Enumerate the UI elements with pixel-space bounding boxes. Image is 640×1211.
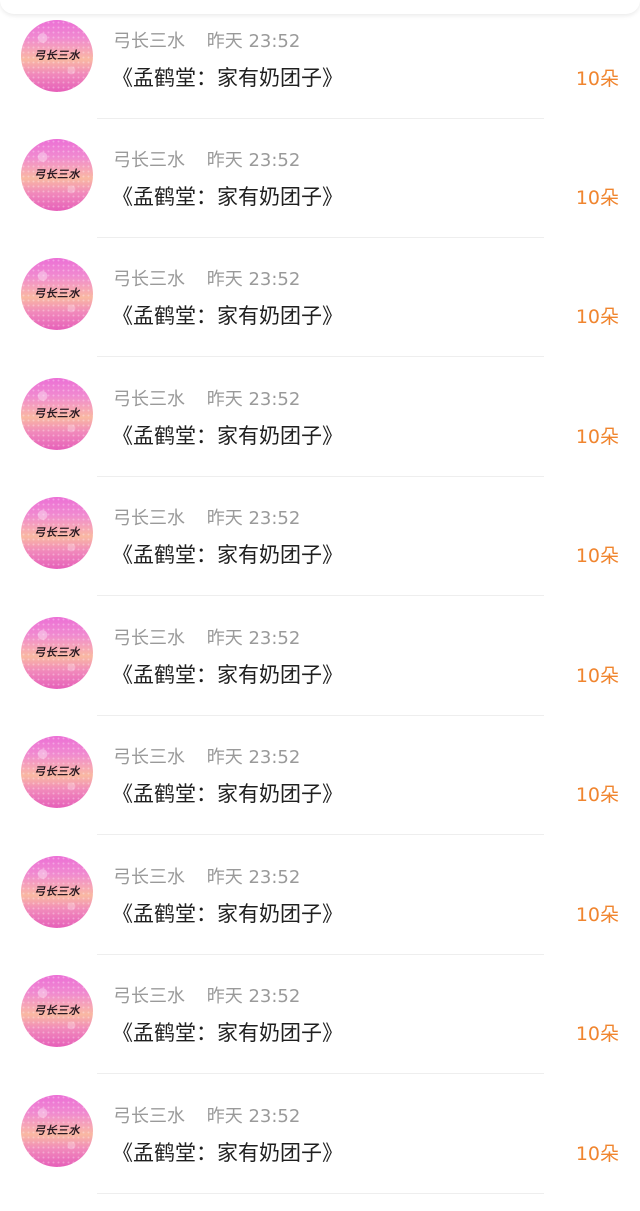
work-title[interactable]: 《孟鹤堂：家有奶团子》 xyxy=(112,539,343,569)
author-name[interactable]: 弓长三水 xyxy=(113,986,185,1007)
author-name[interactable]: 弓长三水 xyxy=(113,508,185,529)
author-name[interactable]: 弓长三水 xyxy=(113,389,185,410)
author-name[interactable]: 弓长三水 xyxy=(113,269,185,290)
flower-count: 10朵 xyxy=(575,426,619,448)
work-title[interactable]: 《孟鹤堂：家有奶团子》 xyxy=(112,62,343,92)
avatar-logo-text: 弓长三水 xyxy=(34,168,80,181)
list-item[interactable]: 弓长三水 弓长三水 昨天 23:52 《孟鹤堂：家有奶团子》 10朵 xyxy=(0,836,640,955)
avatar-logo-text: 弓长三水 xyxy=(34,646,80,659)
timestamp: 昨天 23:52 xyxy=(206,269,301,290)
divider xyxy=(97,1193,544,1194)
timestamp: 昨天 23:52 xyxy=(206,628,301,649)
item-meta: 弓长三水 昨天 23:52 xyxy=(113,863,300,889)
avatar[interactable]: 弓长三水 xyxy=(21,617,93,689)
divider xyxy=(97,356,544,357)
list-item[interactable]: 弓长三水 弓长三水 昨天 23:52 《孟鹤堂：家有奶团子》 10朵 xyxy=(0,238,640,357)
avatar[interactable]: 弓长三水 xyxy=(21,856,93,928)
item-meta: 弓长三水 昨天 23:52 xyxy=(113,504,300,530)
flower-count: 10朵 xyxy=(575,306,619,328)
divider xyxy=(97,834,544,835)
work-title[interactable]: 《孟鹤堂：家有奶团子》 xyxy=(112,300,343,330)
timestamp: 昨天 23:52 xyxy=(206,986,301,1007)
author-name[interactable]: 弓长三水 xyxy=(113,1106,185,1127)
flower-count: 10朵 xyxy=(575,187,619,209)
avatar-logo-text: 弓长三水 xyxy=(34,526,80,539)
flower-count: 10朵 xyxy=(575,1143,619,1165)
divider xyxy=(97,1073,544,1074)
work-title[interactable]: 《孟鹤堂：家有奶团子》 xyxy=(112,1137,343,1167)
timestamp: 昨天 23:52 xyxy=(206,747,301,768)
flower-count: 10朵 xyxy=(575,904,619,926)
timestamp: 昨天 23:52 xyxy=(206,1106,301,1127)
avatar[interactable]: 弓长三水 xyxy=(21,378,93,450)
flower-count: 10朵 xyxy=(575,68,619,90)
item-meta: 弓长三水 昨天 23:52 xyxy=(113,265,300,291)
avatar[interactable]: 弓长三水 xyxy=(21,20,93,92)
work-title[interactable]: 《孟鹤堂：家有奶团子》 xyxy=(112,1017,343,1047)
author-name[interactable]: 弓长三水 xyxy=(113,150,185,171)
avatar-logo-text: 弓长三水 xyxy=(34,765,80,778)
avatar-logo-text: 弓长三水 xyxy=(34,1124,80,1137)
item-meta: 弓长三水 昨天 23:52 xyxy=(113,982,300,1008)
divider xyxy=(97,595,544,596)
flower-count: 10朵 xyxy=(575,665,619,687)
list-item[interactable]: 弓长三水 弓长三水 昨天 23:52 《孟鹤堂：家有奶团子》 10朵 xyxy=(0,358,640,477)
work-title[interactable]: 《孟鹤堂：家有奶团子》 xyxy=(112,659,343,689)
avatar[interactable]: 弓长三水 xyxy=(21,1095,93,1167)
work-title[interactable]: 《孟鹤堂：家有奶团子》 xyxy=(112,778,343,808)
list-item[interactable]: 弓长三水 弓长三水 昨天 23:52 《孟鹤堂：家有奶团子》 10朵 xyxy=(0,1075,640,1194)
item-meta: 弓长三水 昨天 23:52 xyxy=(113,385,300,411)
avatar-logo-text: 弓长三水 xyxy=(34,407,80,420)
avatar-logo-text: 弓长三水 xyxy=(34,885,80,898)
list-item[interactable]: 弓长三水 弓长三水 昨天 23:52 《孟鹤堂：家有奶团子》 10朵 xyxy=(0,119,640,238)
avatar-logo-text: 弓长三水 xyxy=(34,287,80,300)
avatar-logo-text: 弓长三水 xyxy=(34,49,80,62)
work-title[interactable]: 《孟鹤堂：家有奶团子》 xyxy=(112,181,343,211)
list-item[interactable]: 弓长三水 弓长三水 昨天 23:52 《孟鹤堂：家有奶团子》 10朵 xyxy=(0,597,640,716)
list-item[interactable]: 弓长三水 弓长三水 昨天 23:52 《孟鹤堂：家有奶团子》 10朵 xyxy=(0,955,640,1074)
avatar[interactable]: 弓长三水 xyxy=(21,975,93,1047)
item-meta: 弓长三水 昨天 23:52 xyxy=(113,743,300,769)
avatar[interactable]: 弓长三水 xyxy=(21,258,93,330)
avatar[interactable]: 弓长三水 xyxy=(21,497,93,569)
author-name[interactable]: 弓长三水 xyxy=(113,747,185,768)
flower-count: 10朵 xyxy=(575,784,619,806)
timestamp: 昨天 23:52 xyxy=(206,31,301,52)
item-meta: 弓长三水 昨天 23:52 xyxy=(113,1102,300,1128)
timestamp: 昨天 23:52 xyxy=(206,150,301,171)
flower-count: 10朵 xyxy=(575,545,619,567)
item-meta: 弓长三水 昨天 23:52 xyxy=(113,27,300,53)
author-name[interactable]: 弓长三水 xyxy=(113,31,185,52)
avatar[interactable]: 弓长三水 xyxy=(21,736,93,808)
list-item[interactable]: 弓长三水 弓长三水 昨天 23:52 《孟鹤堂：家有奶团子》 10朵 xyxy=(0,716,640,835)
avatar[interactable]: 弓长三水 xyxy=(21,139,93,211)
flower-count: 10朵 xyxy=(575,1023,619,1045)
work-title[interactable]: 《孟鹤堂：家有奶团子》 xyxy=(112,898,343,928)
timestamp: 昨天 23:52 xyxy=(206,389,301,410)
author-name[interactable]: 弓长三水 xyxy=(113,628,185,649)
timestamp: 昨天 23:52 xyxy=(206,867,301,888)
item-meta: 弓长三水 昨天 23:52 xyxy=(113,624,300,650)
list-item[interactable]: 弓长三水 弓长三水 昨天 23:52 《孟鹤堂：家有奶团子》 10朵 xyxy=(0,477,640,596)
list-item[interactable]: 弓长三水 弓长三水 昨天 23:52 《孟鹤堂：家有奶团子》 10朵 xyxy=(0,0,640,119)
avatar-logo-text: 弓长三水 xyxy=(34,1004,80,1017)
author-name[interactable]: 弓长三水 xyxy=(113,867,185,888)
timestamp: 昨天 23:52 xyxy=(206,508,301,529)
work-title[interactable]: 《孟鹤堂：家有奶团子》 xyxy=(112,420,343,450)
item-meta: 弓长三水 昨天 23:52 xyxy=(113,146,300,172)
